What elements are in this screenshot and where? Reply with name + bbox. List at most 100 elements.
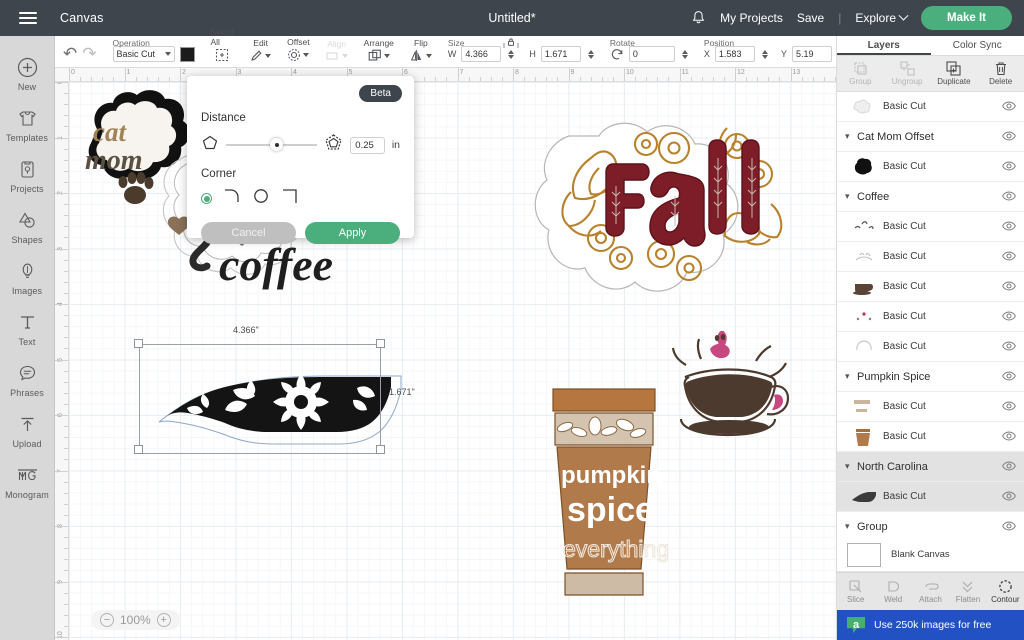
visibility-eye-icon[interactable] [1002, 308, 1016, 326]
width-input[interactable]: 4.366 [461, 46, 502, 62]
color-swatch[interactable] [179, 46, 195, 62]
zoom-control[interactable]: − 100% + [91, 610, 180, 630]
visibility-eye-icon[interactable] [1002, 338, 1016, 356]
table-row[interactable]: Basic Cut [837, 152, 1024, 182]
duplicate-button[interactable]: Duplicate [931, 56, 978, 91]
chevron-down-icon[interactable]: ▾ [845, 191, 857, 202]
sidebar-item-monogram[interactable]: Monogram [0, 456, 55, 507]
canvas-label[interactable]: Canvas [60, 11, 104, 25]
corner-rounded-icon[interactable] [222, 187, 242, 210]
visibility-eye-icon[interactable] [1002, 488, 1016, 506]
layer-group-row[interactable]: ▾ Cat Mom Offset [837, 122, 1024, 152]
visibility-eye-icon[interactable] [1002, 248, 1016, 266]
artwork-north-carolina[interactable]: 4.366" 1.671" [134, 325, 415, 462]
visibility-eye-icon[interactable] [1002, 128, 1016, 146]
visibility-eye-icon[interactable] [1002, 218, 1016, 236]
make-it-button[interactable]: Make It [921, 6, 1012, 30]
visibility-eye-icon[interactable] [1002, 188, 1016, 206]
visibility-eye-icon[interactable] [1002, 98, 1016, 116]
explore-dropdown[interactable]: Explore [855, 10, 909, 25]
height-input[interactable]: 1.671 [540, 46, 581, 62]
selection-handle-tr[interactable] [376, 339, 385, 348]
corner-square-icon[interactable] [280, 187, 300, 210]
promo-banner[interactable]: a Use 250k images for free [837, 610, 1024, 640]
layer-group-row[interactable]: ▾ North Carolina [837, 452, 1024, 482]
artwork-fall[interactable] [509, 96, 819, 316]
blank-canvas-swatch[interactable] [847, 542, 881, 567]
selection-handle-tl[interactable] [134, 339, 143, 348]
table-row[interactable]: Basic Cut [837, 302, 1024, 332]
flatten-button[interactable]: Flatten [949, 573, 986, 610]
visibility-eye-icon[interactable] [1002, 278, 1016, 296]
notification-bell-icon[interactable] [691, 10, 706, 26]
undo-arrow-icon[interactable]: ↶ [63, 45, 77, 62]
align-button[interactable]: Align [326, 39, 348, 62]
apply-button[interactable]: Apply [305, 222, 400, 244]
x-stepper[interactable] [761, 49, 768, 59]
table-row[interactable]: Basic Cut [837, 332, 1024, 362]
attach-button[interactable]: Attach [912, 573, 949, 610]
table-row[interactable]: Basic Cut [837, 92, 1024, 122]
chevron-down-icon[interactable]: ▾ [845, 371, 857, 382]
sidebar-item-shapes[interactable]: Shapes [0, 201, 55, 252]
visibility-eye-icon[interactable] [1002, 518, 1016, 536]
table-row[interactable]: Basic Cut [837, 212, 1024, 242]
cancel-button[interactable]: Cancel [201, 222, 296, 244]
offset-popup[interactable]: Beta Distance 0.25 in Corner Cancel Appl… [187, 76, 414, 244]
save-button[interactable]: Save [797, 11, 824, 25]
chevron-down-icon[interactable]: ▾ [845, 461, 857, 472]
sidebar-item-upload[interactable]: Upload [0, 405, 55, 456]
blank-canvas-row[interactable]: Blank Canvas [837, 538, 1024, 572]
table-row[interactable]: Basic Cut [837, 392, 1024, 422]
corner-rounded-radio[interactable] [201, 193, 212, 204]
flip-button[interactable]: Flip [410, 38, 432, 62]
artwork-coffee-cup[interactable] [661, 331, 801, 456]
slider-thumb[interactable] [270, 138, 283, 152]
table-row[interactable]: Basic Cut [837, 422, 1024, 452]
chevron-down-icon[interactable]: ▾ [845, 521, 857, 532]
canvas-area[interactable]: 01234567891011121314 012345678910 cat mo… [55, 68, 836, 640]
ungroup-button[interactable]: Ungroup [884, 56, 931, 91]
arrange-button[interactable]: Arrange [364, 38, 394, 62]
zoom-in-button[interactable]: + [156, 613, 171, 627]
offset-button[interactable]: Offset [287, 37, 310, 62]
sidebar-item-images[interactable]: Images [0, 252, 55, 303]
selection-handle-bl[interactable] [134, 445, 143, 454]
visibility-eye-icon[interactable] [1002, 158, 1016, 176]
sidebar-item-phrases[interactable]: Phrases [0, 354, 55, 405]
tab-color-sync[interactable]: Color Sync [931, 36, 1024, 55]
delete-button[interactable]: Delete [977, 56, 1024, 91]
y-input[interactable]: 5.19 [791, 46, 832, 62]
layers-list[interactable]: Basic Cut ▾ Cat Mom Offset Basic Cut ▾ Coffee… [837, 92, 1024, 538]
rotate-input[interactable]: 0 [628, 46, 675, 62]
group-button[interactable]: Group [837, 56, 884, 91]
x-input[interactable]: 1.583 [714, 46, 755, 62]
hamburger-menu-icon[interactable] [8, 0, 48, 36]
design-grid[interactable]: cat mom C coffee [69, 82, 836, 640]
table-row[interactable]: Basic Cut [837, 272, 1024, 302]
height-stepper[interactable] [587, 49, 594, 59]
rotate-stepper[interactable] [681, 49, 688, 59]
sidebar-item-projects[interactable]: Projects [0, 150, 55, 201]
lock-icon[interactable] [500, 36, 522, 53]
visibility-eye-icon[interactable] [1002, 368, 1016, 386]
sidebar-item-new[interactable]: New [0, 48, 55, 99]
distance-slider[interactable] [226, 138, 318, 152]
selection-handle-br[interactable] [376, 445, 385, 454]
table-row[interactable]: Basic Cut [837, 242, 1024, 272]
sidebar-item-text[interactable]: Text [0, 303, 55, 354]
edit-button[interactable]: Edit [250, 38, 272, 62]
redo-arrow-icon[interactable]: ↷ [82, 45, 96, 62]
sidebar-item-templates[interactable]: Templates [0, 99, 55, 150]
operation-select[interactable]: Basic Cut [112, 46, 175, 62]
visibility-eye-icon[interactable] [1002, 458, 1016, 476]
contour-button[interactable]: Contour [987, 573, 1024, 610]
layer-group-row[interactable]: ▾ Group [837, 512, 1024, 538]
tab-layers[interactable]: Layers [837, 36, 931, 55]
visibility-eye-icon[interactable] [1002, 398, 1016, 416]
artwork-pumpkin-spice-cup[interactable]: pumpkin spice everything [539, 373, 669, 623]
table-row[interactable]: Basic Cut [837, 482, 1024, 512]
visibility-eye-icon[interactable] [1002, 428, 1016, 446]
weld-button[interactable]: Weld [874, 573, 911, 610]
distance-input[interactable]: 0.25 [350, 136, 385, 154]
